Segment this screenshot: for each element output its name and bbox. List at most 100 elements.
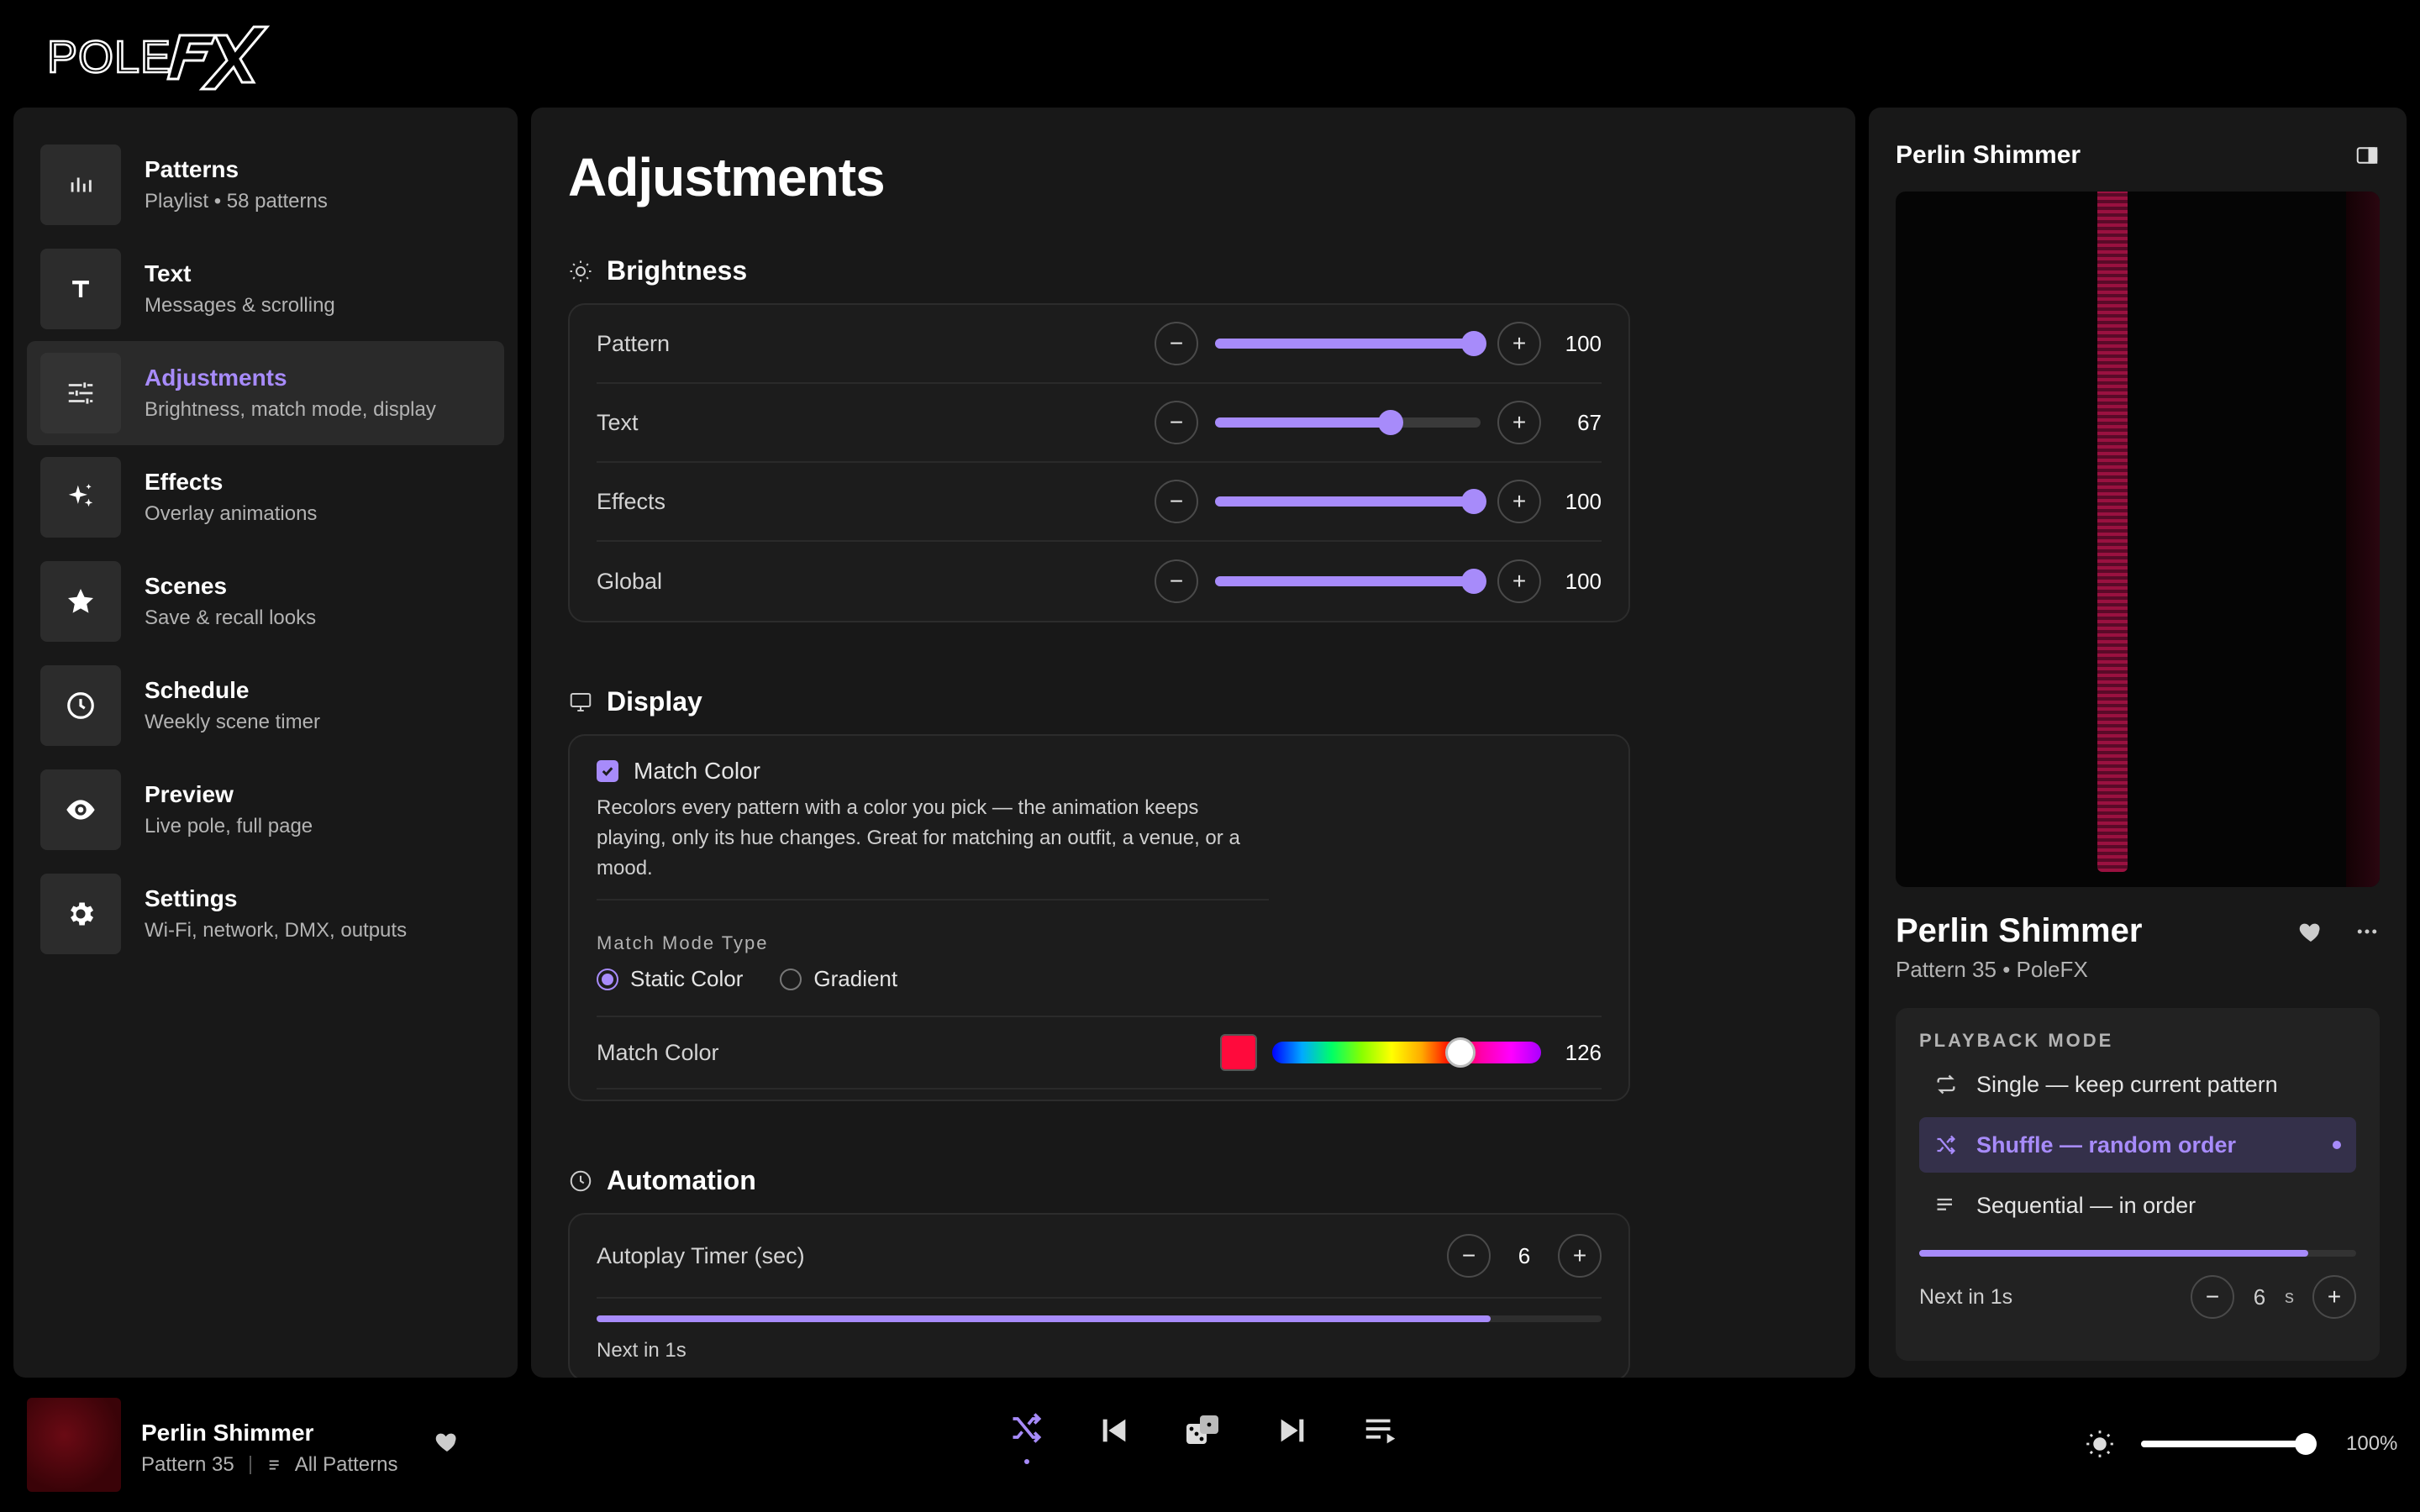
sidebar-item-patterns[interactable]: Patterns Playlist • 58 patterns (27, 133, 504, 237)
pattern-subtitle: Pattern 35 • PoleFX (1896, 957, 2088, 982)
text-brightness-label: Text (597, 409, 639, 435)
sidebar-item-subtitle: Wi-Fi, network, DMX, outputs (145, 919, 408, 942)
effects-increment-button[interactable]: + (1497, 480, 1541, 523)
sidebar-item-title: Preview (145, 781, 234, 807)
polefx-logo: POLE (47, 25, 271, 91)
previous-icon[interactable] (1097, 1414, 1131, 1447)
main-panel: Adjustments Brightness Pattern − +100 Text −… (531, 108, 1855, 1378)
effects-brightness-slider[interactable] (1215, 489, 1486, 514)
favorite-heart-icon[interactable] (434, 1428, 460, 1455)
sun-icon (570, 260, 592, 281)
radio-static-color[interactable]: Static Color (597, 966, 743, 992)
effects-slider-thumb[interactable] (1461, 489, 1486, 514)
display-heading: Display (568, 686, 1818, 717)
global-increment-button[interactable]: + (1497, 559, 1541, 603)
hue-slider[interactable] (1272, 1037, 1541, 1068)
match-mode-radio-group: Static Color Gradient (597, 966, 1602, 1017)
brightness-sun-icon (2086, 1431, 2113, 1457)
text-brightness-value: 67 (1577, 409, 1602, 435)
pattern-slider-thumb[interactable] (1461, 331, 1486, 356)
playback-timer-increment-button[interactable]: + (2312, 1275, 2356, 1319)
display-card: Match Color Recolors every pattern with … (568, 734, 1630, 1101)
shuffle-icon (1934, 1133, 1976, 1157)
brightness-heading: Brightness (568, 255, 1818, 286)
timer-value: 6 (1518, 1242, 1531, 1268)
page-title: Adjustments (568, 147, 886, 207)
more-options-icon[interactable] (2354, 919, 2380, 944)
text-increment-button[interactable]: + (1497, 401, 1541, 444)
sidebar-item-preview[interactable]: Preview Live pole, full page (27, 758, 504, 862)
pattern-brightness-slider[interactable] (1215, 331, 1486, 356)
global-brightness-label: Global (597, 568, 663, 594)
now-playing-panel: Perlin Shimmer Perlin Shimmer Pattern 35… (1869, 108, 2407, 1378)
sidebar-item-subtitle: Brightness, match mode, display (145, 398, 436, 421)
playback-option-sequential[interactable]: Sequential — in order (1919, 1178, 2356, 1233)
active-indicator (2333, 1141, 2341, 1149)
repeat-icon (1934, 1073, 1976, 1096)
pattern-decrement-button[interactable]: − (1155, 322, 1198, 365)
autoplay-timer-label: Autoplay Timer (sec) (597, 1242, 805, 1268)
sidebar-item-text[interactable]: Text Messages & scrolling (27, 237, 504, 341)
playback-option-single[interactable]: Single — keep current pattern (1919, 1057, 2356, 1112)
playback-option-shuffle[interactable]: Shuffle — random order (1919, 1117, 2356, 1173)
text-decrement-button[interactable]: − (1155, 401, 1198, 444)
heart-icon[interactable] (2297, 918, 2324, 945)
now-playing-playlist[interactable]: All Patterns (295, 1453, 398, 1477)
sliders-icon (40, 353, 121, 433)
effects-decrement-button[interactable]: − (1155, 480, 1198, 523)
global-brightness-slider[interactable] (1215, 569, 1486, 594)
match-mode-type-label: Match Mode Type (597, 932, 769, 953)
global-decrement-button[interactable]: − (1155, 559, 1198, 603)
sidebar-item-effects[interactable]: Effects Overlay animations (27, 445, 504, 549)
sidebar-item-scenes[interactable]: Scenes Save & recall looks (27, 549, 504, 654)
timer-increment-button[interactable]: + (1558, 1234, 1602, 1278)
match-color-toggle[interactable]: Match Color (597, 736, 1602, 785)
sidebar-item-schedule[interactable]: Schedule Weekly scene timer (27, 654, 504, 758)
text-slider-thumb[interactable] (1377, 410, 1403, 435)
automation-heading: Automation (568, 1165, 1818, 1196)
playlist-icon (269, 1460, 279, 1470)
sidebar-nav: Patterns Playlist • 58 patterns Text Messag… (13, 108, 518, 1378)
color-swatch[interactable] (1220, 1034, 1257, 1071)
sidebar-item-title: Settings (145, 885, 238, 911)
text-brightness-row: Text − +67 (597, 384, 1602, 463)
now-playing-title: Perlin Shimmer (141, 1420, 314, 1446)
match-color-checkbox[interactable] (597, 760, 618, 782)
sidebar-item-settings[interactable]: Settings Wi-Fi, network, DMX, outputs (27, 862, 504, 966)
sidebar-item-title: Schedule (145, 677, 250, 703)
random-dice-icon[interactable] (1183, 1410, 1223, 1451)
global-slider-thumb[interactable] (1461, 569, 1486, 594)
sidebar-item-title: Patterns (145, 156, 239, 182)
radio-gradient[interactable]: Gradient (780, 966, 897, 992)
panel-toggle-icon[interactable] (2354, 143, 2380, 168)
pattern-preview (1896, 192, 2380, 887)
shuffle-button[interactable] (1008, 1410, 1045, 1464)
playback-timer-decrement-button[interactable]: − (2191, 1275, 2234, 1319)
playback-timer-value: 6 (2253, 1284, 2266, 1310)
pattern-brightness-row: Pattern − +100 (597, 305, 1602, 384)
monitor-icon (570, 692, 592, 711)
star-icon (40, 561, 121, 642)
playback-progress-bar (1919, 1250, 2356, 1257)
brightness-slider-thumb[interactable] (2295, 1433, 2317, 1455)
playback-mode-label: PLAYBACK MODE (1919, 1030, 2114, 1051)
sidebar-item-adjustments[interactable]: Adjustments Brightness, match mode, displ… (27, 341, 504, 445)
now-playing-pattern: Pattern 35 (141, 1453, 234, 1476)
text-icon (40, 249, 121, 329)
shuffle-icon (1013, 1413, 1042, 1443)
playback-next-in: Next in 1s (1919, 1284, 2013, 1309)
queue-icon[interactable] (1361, 1411, 1400, 1450)
global-brightness-value: 100 (1565, 568, 1602, 594)
hue-slider-thumb[interactable] (1445, 1037, 1476, 1068)
brightness-slider[interactable] (2141, 1433, 2317, 1455)
pattern-title: Perlin Shimmer (1896, 912, 2143, 949)
hue-value: 126 (1565, 1039, 1602, 1065)
text-brightness-slider[interactable] (1215, 410, 1481, 435)
next-icon[interactable] (1276, 1414, 1309, 1447)
sidebar-item-subtitle: Messages & scrolling (145, 294, 335, 317)
sidebar-item-title: Text (145, 260, 192, 286)
pattern-increment-button[interactable]: + (1497, 322, 1541, 365)
brightness-control: 100% (2084, 1428, 2397, 1460)
effects-brightness-value: 100 (1565, 488, 1602, 514)
timer-decrement-button[interactable]: − (1447, 1234, 1491, 1278)
